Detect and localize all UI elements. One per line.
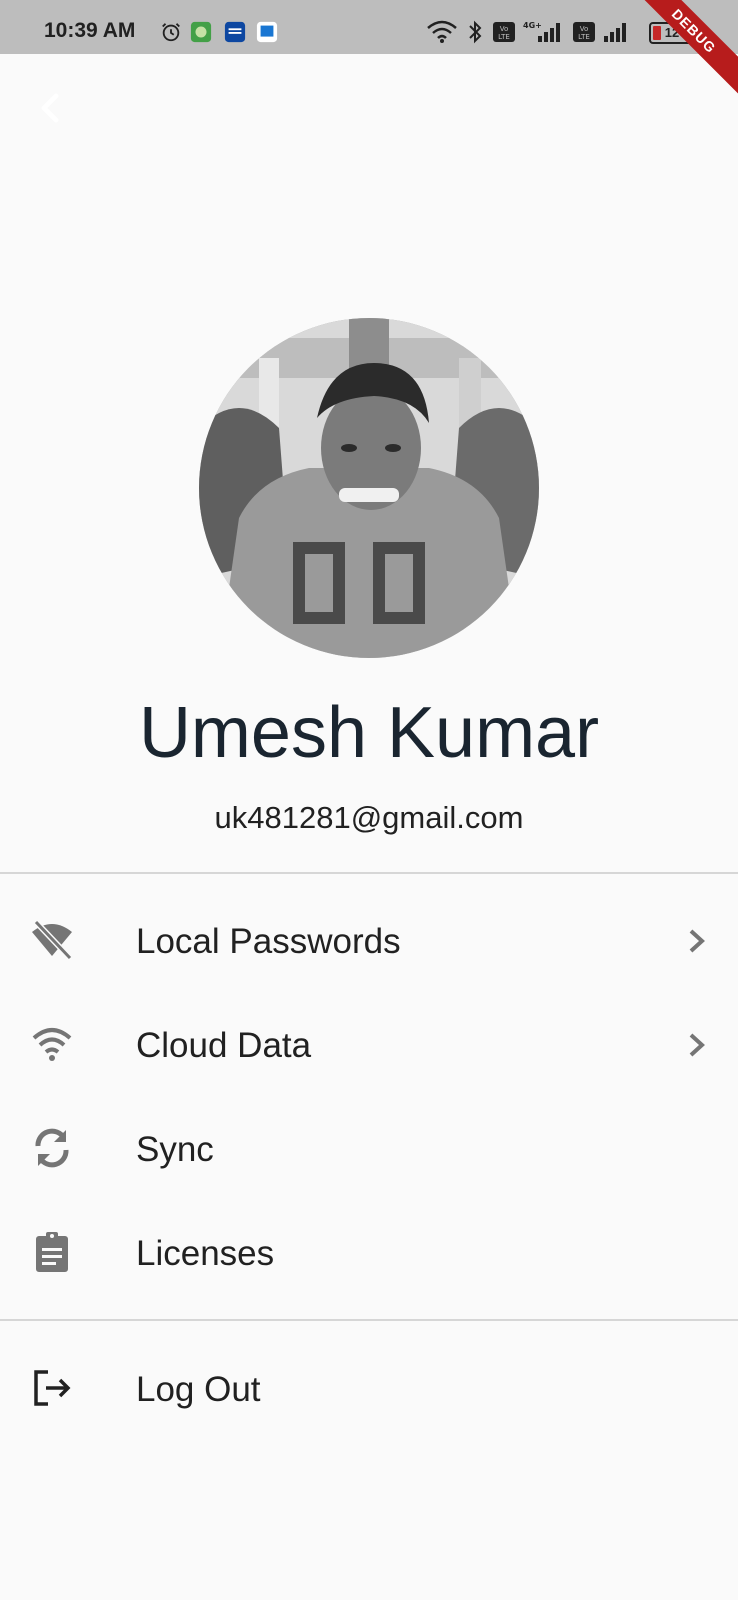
- logout-label: Log Out: [136, 1370, 261, 1409]
- chevron-right-icon: [689, 929, 705, 953]
- wifi-off-icon: [32, 919, 73, 961]
- svg-text:LTE: LTE: [498, 33, 510, 41]
- menu-item-label: Sync: [136, 1130, 214, 1169]
- logout-icon: [34, 1370, 71, 1406]
- signal-4g-icon: 4G+: [523, 21, 560, 42]
- divider: [0, 1319, 738, 1321]
- menu-item-label: Local Passwords: [136, 922, 401, 961]
- wifi-status-icon: [427, 20, 457, 43]
- menu-item-licenses[interactable]: Licenses: [0, 1200, 738, 1304]
- menu-item-sync[interactable]: Sync: [0, 1096, 738, 1200]
- sync-icon: [35, 1128, 69, 1168]
- svg-text:Vo: Vo: [580, 25, 589, 33]
- menu-item-local-passwords[interactable]: Local Passwords: [0, 888, 738, 992]
- logout-button[interactable]: Log Out: [0, 1336, 738, 1440]
- prime-video-icon: [224, 21, 246, 43]
- profile-email: uk481281@gmail.com: [214, 800, 524, 835]
- svg-text:Vo: Vo: [500, 25, 509, 33]
- back-arrow-icon[interactable]: [32, 88, 72, 128]
- profile-name: Umesh Kumar: [138, 693, 600, 773]
- status-bar: 10:39 AM Vo LTE 4G+ Vo LTE 12: [0, 0, 738, 54]
- menu-item-cloud-data[interactable]: Cloud Data: [0, 992, 738, 1096]
- wifi-icon: [32, 1028, 72, 1061]
- app-notification-icon: [190, 21, 212, 43]
- app-notification-icon-2: [256, 21, 278, 43]
- signal-icon: [604, 23, 626, 42]
- divider: [0, 872, 738, 874]
- avatar: [199, 318, 539, 658]
- status-time: 10:39 AM: [44, 19, 136, 42]
- svg-text:4G+: 4G+: [523, 21, 542, 30]
- menu-item-label: Cloud Data: [136, 1026, 312, 1065]
- volte-icon: Vo LTE: [493, 22, 515, 42]
- clipboard-icon: [36, 1232, 68, 1272]
- alarm-icon: [162, 23, 180, 42]
- bluetooth-icon: [469, 20, 482, 44]
- menu-item-label: Licenses: [136, 1234, 275, 1273]
- volte-icon-2: Vo LTE: [573, 22, 595, 42]
- chevron-right-icon: [689, 1033, 705, 1057]
- svg-text:LTE: LTE: [578, 33, 590, 41]
- profile-photo: [199, 318, 539, 658]
